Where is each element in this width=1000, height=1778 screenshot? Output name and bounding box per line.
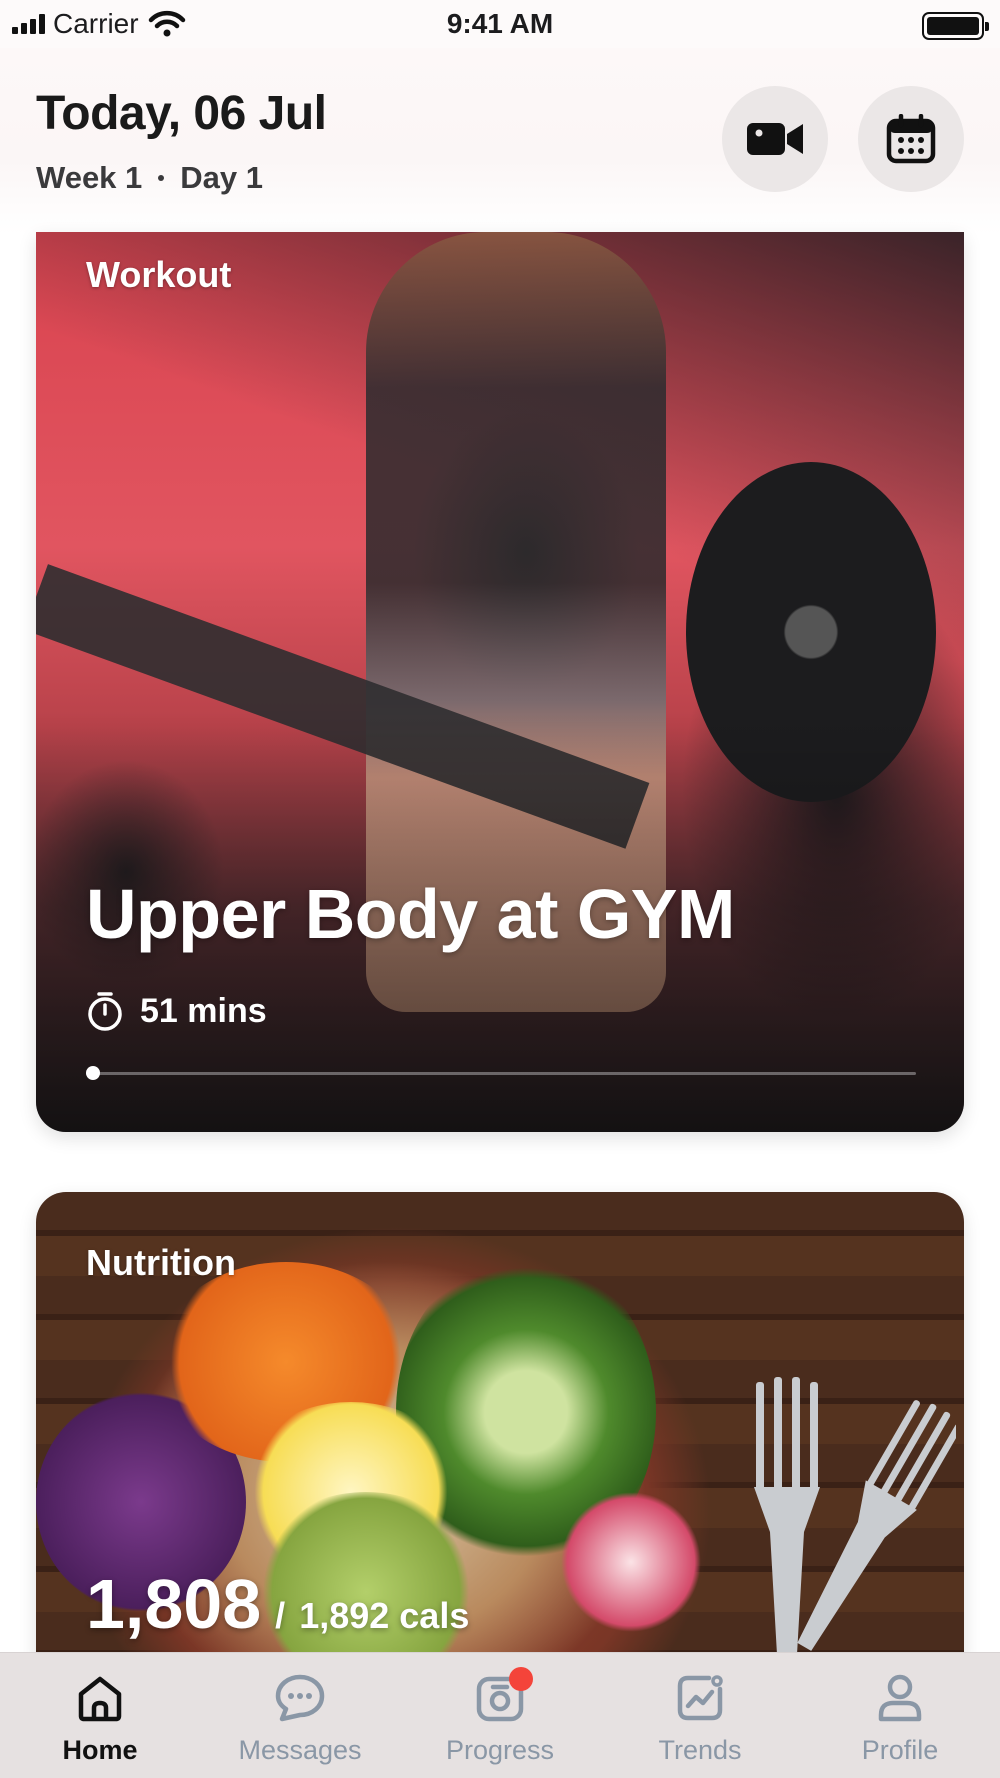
separator-dot: [158, 175, 165, 181]
battery-icon: [922, 12, 989, 40]
header: Today, 06 Jul Week 1 Day 1: [0, 48, 1000, 234]
nutrition-label: Nutrition: [86, 1242, 236, 1283]
fork-image: [754, 1377, 956, 1662]
chat-bubble-icon: [273, 1671, 327, 1725]
tab-progress-label: Progress: [445, 1735, 555, 1765]
video-camera-icon: [747, 123, 803, 155]
calories-consumed: 1,808: [86, 1565, 262, 1643]
home-icon: [73, 1671, 127, 1725]
person-icon: [873, 1671, 927, 1725]
tab-messages-label: Messages: [238, 1735, 362, 1765]
video-call-button[interactable]: [722, 86, 828, 192]
calories-separator: /: [275, 1595, 286, 1636]
tab-trends[interactable]: Trends: [610, 1671, 790, 1766]
duration-text: 51 mins: [140, 991, 267, 1030]
workout-progress-dot: [86, 1066, 100, 1080]
status-time: 9:41 AM: [446, 8, 554, 39]
workout-duration: 51 mins: [86, 990, 267, 1032]
calorie-summary: 1,808 / 1,892 cals: [86, 1564, 469, 1644]
tab-home-label: Home: [62, 1735, 138, 1765]
stopwatch-icon: [88, 992, 122, 1031]
program-progress: Week 1 Day 1: [36, 160, 263, 196]
tab-home[interactable]: Home: [10, 1671, 190, 1766]
food-photo-radish: [556, 1492, 706, 1632]
tab-progress[interactable]: Progress: [410, 1667, 590, 1766]
calories-target: 1,892 cals: [299, 1595, 470, 1636]
page-title: Today, 06 Jul: [36, 87, 327, 140]
workout-label: Workout: [86, 254, 232, 295]
tab-profile[interactable]: Profile: [810, 1671, 990, 1766]
tab-trends-label: Trends: [658, 1735, 742, 1765]
chart-icon: [673, 1671, 727, 1725]
week-label: Week 1: [36, 160, 143, 195]
calendar-icon: [886, 114, 936, 164]
tab-bar: Home Messages Progress Trends Profile: [0, 1652, 1000, 1778]
calendar-button[interactable]: [858, 86, 964, 192]
tab-messages[interactable]: Messages: [210, 1671, 390, 1766]
nutrition-card[interactable]: Nutrition 1,808 / 1,892 cals: [36, 1192, 964, 1662]
camera-icon: [473, 1667, 533, 1725]
workout-title: Upper Body at GYM: [86, 875, 735, 953]
status-bar: Carrier 9:41 AM: [0, 0, 1000, 48]
workout-progress-bar: [86, 1066, 916, 1080]
tab-profile-label: Profile: [861, 1735, 939, 1765]
workout-card[interactable]: Workout Upper Body at GYM 51 mins: [36, 232, 964, 1132]
day-label: Day 1: [180, 160, 264, 195]
notification-badge: [509, 1667, 533, 1691]
